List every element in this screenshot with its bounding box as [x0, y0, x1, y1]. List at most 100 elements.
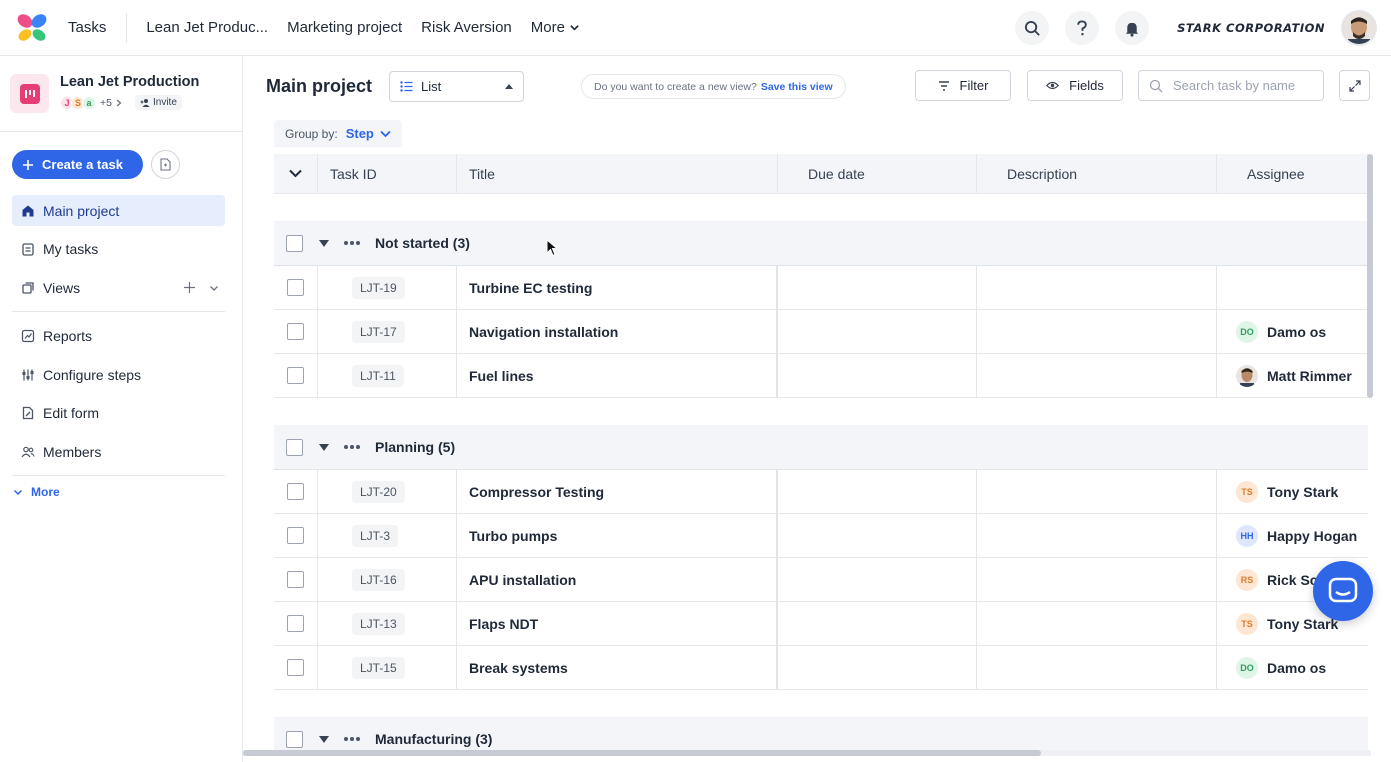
chat-support-button[interactable]: [1313, 561, 1373, 621]
column-header-title[interactable]: Title: [457, 154, 778, 194]
task-title-cell[interactable]: Turbo pumps: [457, 513, 778, 558]
description-cell[interactable]: [977, 469, 1217, 514]
collapse-all-toggle[interactable]: [274, 154, 318, 194]
chevron-down-icon[interactable]: [209, 283, 219, 293]
create-task-button[interactable]: Create a task: [12, 150, 143, 179]
table-row[interactable]: LJT-20 Compressor Testing TS Tony Stark: [274, 469, 1368, 514]
task-title-cell[interactable]: Flaps NDT: [457, 601, 778, 646]
caret-down-icon[interactable]: [319, 443, 329, 451]
assignee-cell[interactable]: Matt Rimmer: [1217, 354, 1368, 398]
table-row[interactable]: LJT-17 Navigation installation DO Damo os: [274, 309, 1368, 354]
sidebar-item-main-project[interactable]: Main project: [12, 195, 225, 226]
task-title-cell[interactable]: Break systems: [457, 645, 778, 690]
task-id-chip[interactable]: LJT-19: [352, 276, 405, 299]
user-avatar[interactable]: [1341, 10, 1377, 46]
task-title-cell[interactable]: Navigation installation: [457, 309, 778, 354]
group-checkbox[interactable]: [286, 438, 303, 456]
task-title-cell[interactable]: Turbine EC testing: [457, 265, 778, 310]
table-row[interactable]: LJT-16 APU installation RS Rick Sc: [274, 557, 1368, 602]
notifications-button[interactable]: [1115, 11, 1150, 45]
row-checkbox[interactable]: [287, 615, 304, 632]
caret-down-icon[interactable]: [319, 735, 329, 743]
assignee-cell[interactable]: DO Damo os: [1217, 646, 1368, 690]
expand-button[interactable]: [1339, 70, 1370, 101]
description-cell[interactable]: [977, 309, 1217, 354]
due-date-cell[interactable]: [778, 557, 977, 602]
table-row[interactable]: LJT-13 Flaps NDT TS Tony Stark: [274, 601, 1368, 646]
column-header-assignee[interactable]: Assignee: [1217, 154, 1368, 194]
assignee-cell[interactable]: HH Happy Hogan: [1217, 514, 1368, 558]
save-view-link[interactable]: Save this view: [761, 81, 833, 93]
task-id-chip[interactable]: LJT-15: [352, 656, 405, 679]
sidebar-item-views[interactable]: Views: [12, 272, 225, 303]
table-row[interactable]: LJT-11 Fuel lines Matt Rimmer: [274, 353, 1368, 398]
table-row[interactable]: LJT-3 Turbo pumps HH Happy Hogan: [274, 513, 1368, 558]
help-button[interactable]: [1065, 11, 1100, 45]
table-row[interactable]: LJT-19 Turbine EC testing: [274, 265, 1368, 310]
group-options-icon[interactable]: [344, 241, 360, 245]
sidebar-more-button[interactable]: More: [0, 485, 242, 499]
description-cell[interactable]: [977, 645, 1217, 690]
project-name[interactable]: Lean Jet Production: [60, 74, 199, 90]
member-avatar[interactable]: a: [82, 95, 96, 110]
app-logo[interactable]: [0, 0, 64, 56]
horizontal-scrollbar[interactable]: [243, 750, 1041, 756]
task-title-cell[interactable]: APU installation: [457, 557, 778, 602]
row-checkbox[interactable]: [287, 323, 304, 340]
row-checkbox[interactable]: [287, 483, 304, 500]
view-selector[interactable]: List: [389, 71, 524, 102]
sidebar-item-edit-form[interactable]: Edit form: [12, 398, 225, 429]
group-checkbox[interactable]: [286, 234, 303, 252]
assignee-cell[interactable]: TS Tony Stark: [1217, 470, 1368, 514]
new-document-button[interactable]: [151, 150, 180, 179]
task-id-chip[interactable]: LJT-16: [352, 568, 405, 591]
vertical-scrollbar[interactable]: [1367, 154, 1373, 398]
description-cell[interactable]: [977, 601, 1217, 646]
due-date-cell[interactable]: [778, 513, 977, 558]
due-date-cell[interactable]: [778, 645, 977, 690]
column-header-due-date[interactable]: Due date: [778, 154, 977, 194]
assignee-cell[interactable]: [1217, 266, 1368, 310]
sidebar-item-my-tasks[interactable]: My tasks: [12, 234, 225, 265]
task-id-chip[interactable]: LJT-20: [352, 480, 405, 503]
sidebar-item-configure-steps[interactable]: Configure steps: [12, 359, 225, 390]
task-id-chip[interactable]: LJT-13: [352, 612, 405, 635]
invite-button[interactable]: Invite: [134, 95, 182, 110]
column-header-description[interactable]: Description: [977, 154, 1217, 194]
add-view-icon[interactable]: [184, 282, 195, 293]
group-checkbox[interactable]: [286, 730, 303, 748]
due-date-cell[interactable]: [778, 353, 977, 398]
nav-marketing[interactable]: Marketing project: [287, 19, 402, 36]
assignee-cell[interactable]: DO Damo os: [1217, 310, 1368, 354]
row-checkbox[interactable]: [287, 367, 304, 384]
task-id-chip[interactable]: LJT-3: [352, 524, 399, 547]
description-cell[interactable]: [977, 513, 1217, 558]
fields-button[interactable]: Fields: [1027, 70, 1123, 101]
due-date-cell[interactable]: [778, 601, 977, 646]
description-cell[interactable]: [977, 265, 1217, 310]
row-checkbox[interactable]: [287, 527, 304, 544]
due-date-cell[interactable]: [778, 469, 977, 514]
group-options-icon[interactable]: [344, 445, 360, 449]
tasks-link[interactable]: Tasks: [64, 12, 128, 43]
table-row[interactable]: LJT-15 Break systems DO Damo os: [274, 645, 1368, 690]
task-title-cell[interactable]: Compressor Testing: [457, 469, 778, 514]
task-id-chip[interactable]: LJT-11: [352, 364, 404, 387]
group-by-control[interactable]: Group by: Step: [274, 120, 402, 147]
row-checkbox[interactable]: [287, 571, 304, 588]
task-title-cell[interactable]: Fuel lines: [457, 353, 778, 398]
column-header-task-id[interactable]: Task ID: [318, 154, 457, 194]
search-button[interactable]: [1015, 11, 1050, 45]
filter-button[interactable]: Filter: [915, 70, 1011, 101]
extra-members-count[interactable]: +5: [100, 97, 112, 109]
caret-down-icon[interactable]: [319, 239, 329, 247]
group-options-icon[interactable]: [344, 737, 360, 741]
sidebar-item-reports[interactable]: Reports: [12, 321, 225, 352]
row-checkbox[interactable]: [287, 659, 304, 676]
due-date-cell[interactable]: [778, 309, 977, 354]
row-checkbox[interactable]: [287, 279, 304, 296]
task-id-chip[interactable]: LJT-17: [352, 320, 405, 343]
due-date-cell[interactable]: [778, 265, 977, 310]
nav-lean-jet[interactable]: Lean Jet Produc...: [146, 19, 268, 36]
description-cell[interactable]: [977, 557, 1217, 602]
